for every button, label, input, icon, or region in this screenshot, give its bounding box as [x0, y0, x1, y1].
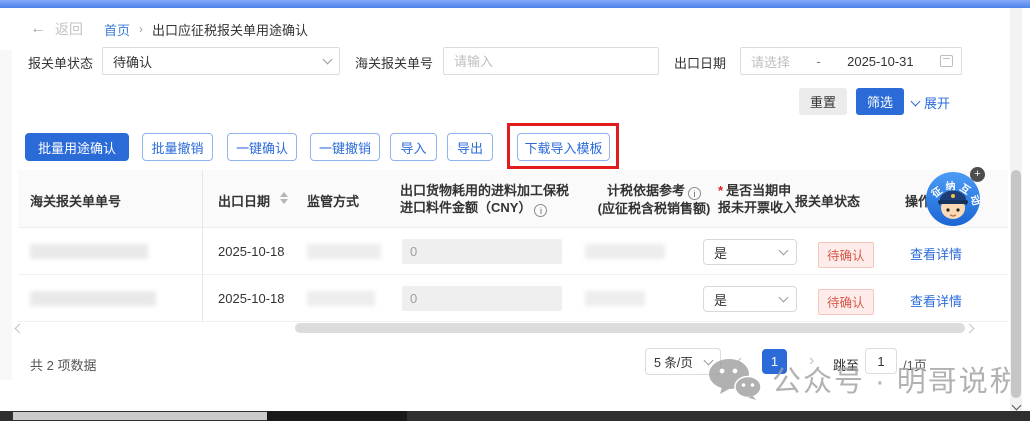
export-date-filter-label: 出口日期 — [674, 56, 727, 71]
total-pages-text: /1页 — [903, 358, 927, 373]
tax-basis-header-line2: (应征税含税销售额) — [597, 201, 711, 216]
col-header-export-date: 出口日期 — [218, 194, 271, 209]
info-icon[interactable]: i — [534, 204, 548, 217]
status-filter-value: 待确认 — [113, 54, 153, 70]
filter-button[interactable]: 筛选 — [856, 88, 904, 115]
import-button[interactable]: 导入 — [390, 133, 437, 161]
export-date-cell: 2025-10-18 — [218, 244, 285, 259]
uninvoiced-value: 是 — [714, 245, 728, 261]
chevron-down-icon — [322, 54, 333, 65]
customs-no-redacted — [30, 244, 148, 259]
view-detail-link[interactable]: 查看详情 — [910, 291, 962, 310]
info-icon[interactable]: i — [688, 187, 701, 200]
uninvoiced-header-line2: 报未开票收入 — [718, 200, 797, 215]
calendar-icon — [939, 55, 953, 67]
assistant-more-button[interactable]: + — [970, 167, 985, 182]
date-end-value: 2025-10-31 — [847, 53, 914, 69]
total-count-text: 共 2 项数据 — [30, 358, 97, 373]
customs-no-input[interactable] — [454, 53, 650, 69]
bonded-amount-input — [402, 239, 562, 264]
breadcrumb-home-link[interactable]: 首页 — [104, 20, 130, 39]
status-badge: 待确认 — [818, 289, 874, 315]
col-header-bonded-amount: 出口货物耗用的进料加工保税 进口料件金额（CNY） i — [400, 182, 569, 217]
expand-label: 展开 — [924, 96, 951, 111]
caret-up-icon — [280, 192, 288, 197]
scroll-left-icon[interactable] — [14, 323, 25, 334]
breadcrumb: ← 返回 首页 › 出口应征税报关单用途确认 — [30, 19, 308, 39]
status-filter-select[interactable]: 待确认 — [102, 47, 340, 75]
bottom-scrollbar-shade — [267, 411, 407, 421]
chevron-down-icon — [778, 245, 789, 256]
col-header-supervision: 监管方式 — [307, 194, 360, 209]
jump-to-label: 跳至 — [833, 358, 860, 373]
page-size-value: 5 条/页 — [654, 356, 693, 370]
breadcrumb-separator: › — [139, 22, 144, 36]
chevron-down-icon — [703, 355, 714, 365]
supervision-redacted — [307, 244, 381, 259]
chevron-down-icon — [778, 292, 789, 303]
uninvoiced-header-line1: * 是否当期申 — [718, 183, 792, 198]
tax-basis-header-line1: 计税依据参考 i — [578, 182, 730, 200]
batch-usage-confirm-button[interactable]: 批量用途确认 — [25, 133, 129, 161]
tax-basis-redacted — [585, 244, 665, 259]
scroll-right-icon[interactable] — [964, 323, 975, 334]
jump-page-input[interactable] — [865, 348, 897, 374]
one-click-revoke-button[interactable]: 一键撤销 — [310, 133, 380, 161]
col-header-tax-basis: 计税依据参考 i (应征税含税销售额) — [578, 182, 730, 217]
date-range-separator: - — [816, 53, 821, 69]
view-detail-link[interactable]: 查看详情 — [910, 244, 962, 263]
required-asterisk: * — [718, 183, 724, 198]
supervision-redacted — [307, 291, 375, 306]
reset-button[interactable]: 重置 — [799, 88, 847, 115]
status-filter-label: 报关单状态 — [28, 56, 94, 71]
uninvoiced-value: 是 — [714, 292, 728, 308]
col-header-customs-no: 海关报关单单号 — [30, 194, 122, 209]
bonded-header-line1: 出口货物耗用的进料加工保税 — [400, 183, 570, 198]
prev-page-button[interactable]: ‹ — [737, 352, 742, 370]
chevron-down-icon — [910, 96, 921, 106]
bottom-scrollbar-thumb[interactable] — [13, 412, 267, 420]
top-accent-bar — [0, 0, 1030, 8]
table-horizontal-scrollbar[interactable] — [295, 323, 965, 333]
vertical-scrollbar-thumb[interactable] — [1011, 170, 1021, 398]
customs-no-redacted — [30, 291, 156, 306]
date-start-placeholder: 请选择 — [751, 54, 791, 70]
export-date-range-picker[interactable]: 请选择 - 2025-10-31 — [740, 47, 962, 75]
export-button[interactable]: 导出 — [447, 133, 493, 161]
caret-down-icon — [280, 199, 288, 204]
page-size-select[interactable]: 5 条/页 — [645, 348, 721, 375]
bonded-header-line2: 进口料件金额（CNY） i — [400, 199, 569, 217]
sort-toggle-icon[interactable] — [280, 192, 288, 204]
page-title: 出口应征税报关单用途确认 — [152, 22, 309, 38]
status-badge: 待确认 — [818, 242, 874, 268]
col-header-uninvoiced: * 是否当期申 报未开票收入 — [718, 182, 796, 216]
current-page-button[interactable]: 1 — [762, 349, 787, 374]
batch-revoke-button[interactable]: 批量撤销 — [142, 133, 213, 161]
fixed-column-divider — [202, 170, 203, 322]
export-tax-declaration-page: ← 返回 首页 › 出口应征税报关单用途确认 报关单状态 待确认 海关报关单号 … — [0, 0, 1030, 421]
customs-no-input-wrap — [443, 47, 659, 75]
customs-no-filter-label: 海关报关单号 — [355, 56, 434, 71]
table-row: 2025-10-18 是 待确认 查看详情 — [18, 228, 1008, 275]
left-edge-strip — [0, 50, 12, 380]
export-date-cell: 2025-10-18 — [218, 291, 285, 306]
download-template-button[interactable]: 下载导入模板 — [517, 133, 610, 161]
col-header-status: 报关单状态 — [795, 194, 861, 209]
one-click-confirm-button[interactable]: 一键确认 — [227, 133, 297, 161]
bonded-amount-input — [402, 286, 562, 311]
table-header: 海关报关单单号 出口日期 监管方式 出口货物耗用的进料加工保税 进口料件金额（C… — [18, 170, 1008, 228]
back-button[interactable]: 返回 — [55, 19, 83, 39]
back-arrow-icon[interactable]: ← — [30, 20, 46, 38]
uninvoiced-select[interactable]: 是 — [703, 286, 797, 312]
tax-basis-redacted — [585, 291, 645, 306]
expand-toggle[interactable]: 展开 — [910, 93, 951, 112]
next-page-button[interactable]: › — [809, 352, 814, 370]
table-row: 2025-10-18 是 待确认 查看详情 — [18, 275, 1008, 322]
uninvoiced-select[interactable]: 是 — [703, 239, 797, 265]
